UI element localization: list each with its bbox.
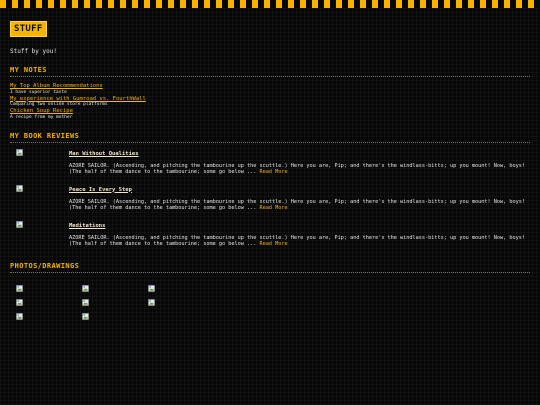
book-cover-icon[interactable] xyxy=(16,184,23,192)
site-badge[interactable]: STUFF xyxy=(10,21,47,37)
review-item: Peace Is Every Step AZORE SAILOR. (Ascen… xyxy=(10,179,530,215)
review-title-link[interactable]: Man Without Qualities xyxy=(69,151,139,157)
site-tagline: Stuff by you! xyxy=(10,48,57,55)
broken-image-icon[interactable] xyxy=(16,284,23,292)
broken-image-icon[interactable] xyxy=(148,284,155,292)
review-excerpt: AZORE SAILOR. (Ascending, and pitching t… xyxy=(69,235,529,247)
broken-image-icon[interactable] xyxy=(82,298,89,306)
book-cover-icon[interactable] xyxy=(16,220,23,228)
review-title-link[interactable]: Peace Is Every Step xyxy=(69,187,132,193)
review-excerpt: AZORE SAILOR. (Ascending, and pitching t… xyxy=(69,199,529,211)
review-excerpt-text: AZORE SAILOR. (Ascending, and pitching t… xyxy=(69,234,525,247)
photos-section-title: PHOTOS/DRAWINGS xyxy=(10,262,530,273)
review-excerpt-text: AZORE SAILOR. (Ascending, and pitching t… xyxy=(69,198,525,211)
broken-image-icon[interactable] xyxy=(148,298,155,306)
notes-list: My Top Album Recommendations I have supe… xyxy=(10,83,530,121)
top-stripe-border xyxy=(0,0,540,8)
review-item: Meditations AZORE SAILOR. (Ascending, an… xyxy=(10,215,530,251)
broken-image-icon[interactable] xyxy=(82,312,89,320)
note-description: A recipe from my mother xyxy=(10,114,73,120)
review-item: Man Without Qualities AZORE SAILOR. (Asc… xyxy=(10,143,530,179)
broken-image-icon[interactable] xyxy=(16,312,23,320)
read-more-link[interactable]: Read More xyxy=(260,169,288,175)
reviews-section-title: MY BOOK REVIEWS xyxy=(10,132,530,143)
read-more-link[interactable]: Read More xyxy=(260,205,288,211)
photo-grid xyxy=(10,279,530,329)
review-title-link[interactable]: Meditations xyxy=(69,223,105,229)
page-container: STUFF Stuff by you! MY NOTES My Top Albu… xyxy=(10,16,530,329)
read-more-link[interactable]: Read More xyxy=(260,241,288,247)
book-cover-icon[interactable] xyxy=(16,148,23,156)
notes-section-title: MY NOTES xyxy=(10,66,530,77)
broken-image-icon[interactable] xyxy=(82,284,89,292)
broken-image-icon[interactable] xyxy=(16,298,23,306)
review-excerpt-text: AZORE SAILOR. (Ascending, and pitching t… xyxy=(69,162,525,175)
review-excerpt: AZORE SAILOR. (Ascending, and pitching t… xyxy=(69,163,529,175)
